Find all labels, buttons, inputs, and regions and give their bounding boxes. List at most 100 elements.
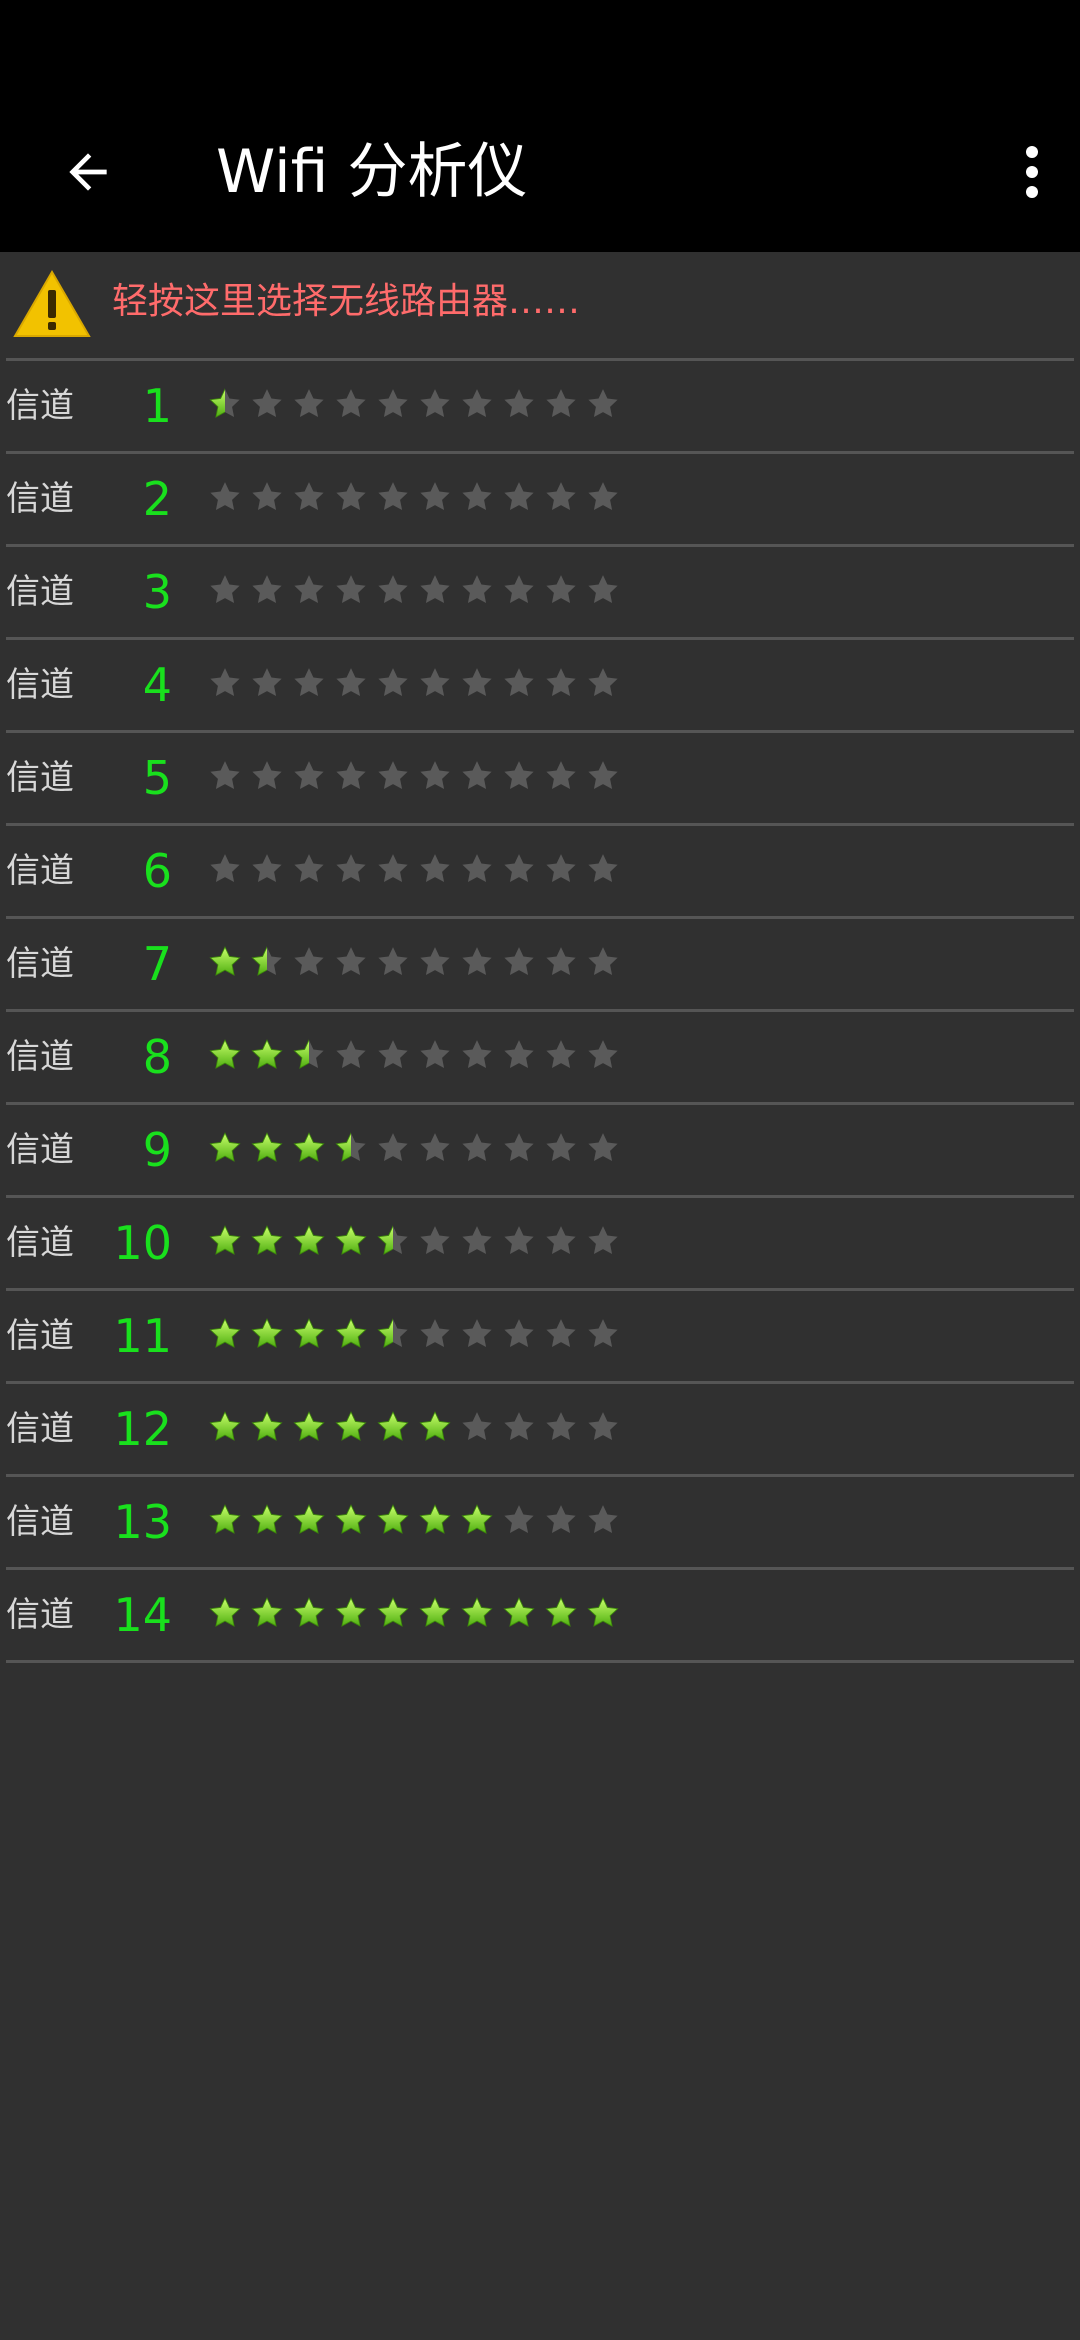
star-icon bbox=[504, 482, 534, 511]
star-icon bbox=[377, 1411, 409, 1441]
star-icon bbox=[546, 1505, 576, 1534]
channel-row: 信道 14 bbox=[6, 1570, 1074, 1663]
star-icon bbox=[546, 482, 576, 511]
channel-number: 2 bbox=[142, 472, 172, 526]
star-icon bbox=[335, 1597, 367, 1627]
star-icon bbox=[209, 1411, 241, 1441]
star-icon bbox=[588, 668, 618, 697]
star-icon bbox=[293, 1504, 325, 1534]
channel-row: 信道 13 bbox=[6, 1477, 1074, 1570]
star-icon bbox=[294, 668, 324, 697]
star-icon bbox=[504, 947, 534, 976]
star-icon bbox=[252, 761, 282, 790]
star-icon bbox=[209, 1597, 241, 1627]
star-icon bbox=[546, 1133, 576, 1162]
star-icon bbox=[293, 1597, 325, 1627]
star-icon bbox=[504, 1226, 534, 1255]
star-icon bbox=[294, 947, 324, 976]
star-icon bbox=[588, 854, 618, 883]
channel-rating bbox=[208, 387, 620, 421]
star-icon bbox=[546, 389, 576, 418]
star-icon bbox=[251, 946, 282, 976]
star-icon bbox=[546, 1412, 576, 1441]
channel-rating bbox=[208, 1317, 620, 1351]
back-button[interactable] bbox=[52, 136, 124, 208]
channel-row: 信道 3 bbox=[6, 547, 1074, 640]
star-icon bbox=[588, 482, 618, 511]
star-icon bbox=[210, 482, 240, 511]
star-icon bbox=[293, 1225, 325, 1255]
channel-number: 9 bbox=[142, 1123, 172, 1177]
channel-number: 8 bbox=[142, 1030, 172, 1084]
channel-rating bbox=[208, 480, 620, 514]
channel-label: 信道 bbox=[6, 386, 74, 426]
star-icon bbox=[252, 575, 282, 604]
star-icon bbox=[420, 1133, 450, 1162]
star-icon bbox=[419, 1504, 451, 1534]
star-icon bbox=[546, 1040, 576, 1069]
star-icon bbox=[462, 761, 492, 790]
star-icon bbox=[588, 389, 618, 418]
channel-label: 信道 bbox=[6, 1037, 74, 1077]
star-icon bbox=[420, 1040, 450, 1069]
star-icon bbox=[378, 668, 408, 697]
channel-label: 信道 bbox=[6, 1595, 74, 1635]
channel-row: 信道 5 bbox=[6, 733, 1074, 826]
star-icon bbox=[252, 482, 282, 511]
star-icon bbox=[294, 854, 324, 883]
channel-row: 信道 9 bbox=[6, 1105, 1074, 1198]
star-icon bbox=[462, 1412, 492, 1441]
star-icon bbox=[504, 389, 534, 418]
star-icon bbox=[251, 1504, 283, 1534]
star-icon bbox=[462, 1226, 492, 1255]
star-icon bbox=[336, 761, 366, 790]
star-icon bbox=[504, 1133, 534, 1162]
warning-icon bbox=[13, 270, 91, 337]
star-icon bbox=[377, 1318, 408, 1348]
star-icon bbox=[546, 575, 576, 604]
channel-row: 信道 1 bbox=[6, 361, 1074, 454]
star-icon bbox=[336, 482, 366, 511]
star-icon bbox=[251, 1039, 283, 1069]
star-icon bbox=[588, 1040, 618, 1069]
channel-list: 信道 1 信道 2 信道 3 信道 4 信道 5 信道 6 信道 7 信道 8 信道 9 信道 10 信道 11 信道 12 信… bbox=[0, 361, 1080, 1663]
star-icon bbox=[504, 854, 534, 883]
star-icon bbox=[251, 1225, 283, 1255]
star-icon bbox=[503, 1597, 535, 1627]
select-router-hint: 轻按这里选择无线路由器…… bbox=[112, 281, 581, 322]
channel-number: 6 bbox=[142, 844, 172, 898]
star-icon bbox=[377, 1597, 409, 1627]
star-icon bbox=[377, 1504, 409, 1534]
star-icon bbox=[504, 668, 534, 697]
star-icon bbox=[251, 1132, 283, 1162]
select-router-banner[interactable]: 轻按这里选择无线路由器…… bbox=[0, 252, 1080, 358]
star-icon bbox=[461, 1504, 493, 1534]
star-icon bbox=[210, 668, 240, 697]
channel-number: 3 bbox=[142, 565, 172, 619]
star-icon bbox=[545, 1597, 577, 1627]
star-icon bbox=[335, 1225, 367, 1255]
star-icon bbox=[546, 668, 576, 697]
star-icon bbox=[209, 1132, 241, 1162]
overflow-menu-button[interactable] bbox=[1000, 132, 1064, 212]
star-icon bbox=[378, 575, 408, 604]
star-icon bbox=[378, 482, 408, 511]
page-title: Wifi 分析仪 bbox=[216, 137, 528, 207]
star-icon bbox=[546, 1226, 576, 1255]
star-icon bbox=[588, 1505, 618, 1534]
channel-rating bbox=[208, 1038, 620, 1072]
star-icon bbox=[336, 668, 366, 697]
channel-number: 1 bbox=[142, 379, 172, 433]
star-icon bbox=[546, 947, 576, 976]
star-icon bbox=[420, 761, 450, 790]
star-icon bbox=[462, 482, 492, 511]
star-icon bbox=[420, 854, 450, 883]
star-icon bbox=[210, 575, 240, 604]
star-icon bbox=[251, 1411, 283, 1441]
channel-rating bbox=[208, 1410, 620, 1444]
star-icon bbox=[462, 1133, 492, 1162]
star-icon bbox=[588, 947, 618, 976]
channel-number: 11 bbox=[113, 1309, 172, 1363]
star-icon bbox=[336, 389, 366, 418]
star-icon bbox=[588, 1412, 618, 1441]
